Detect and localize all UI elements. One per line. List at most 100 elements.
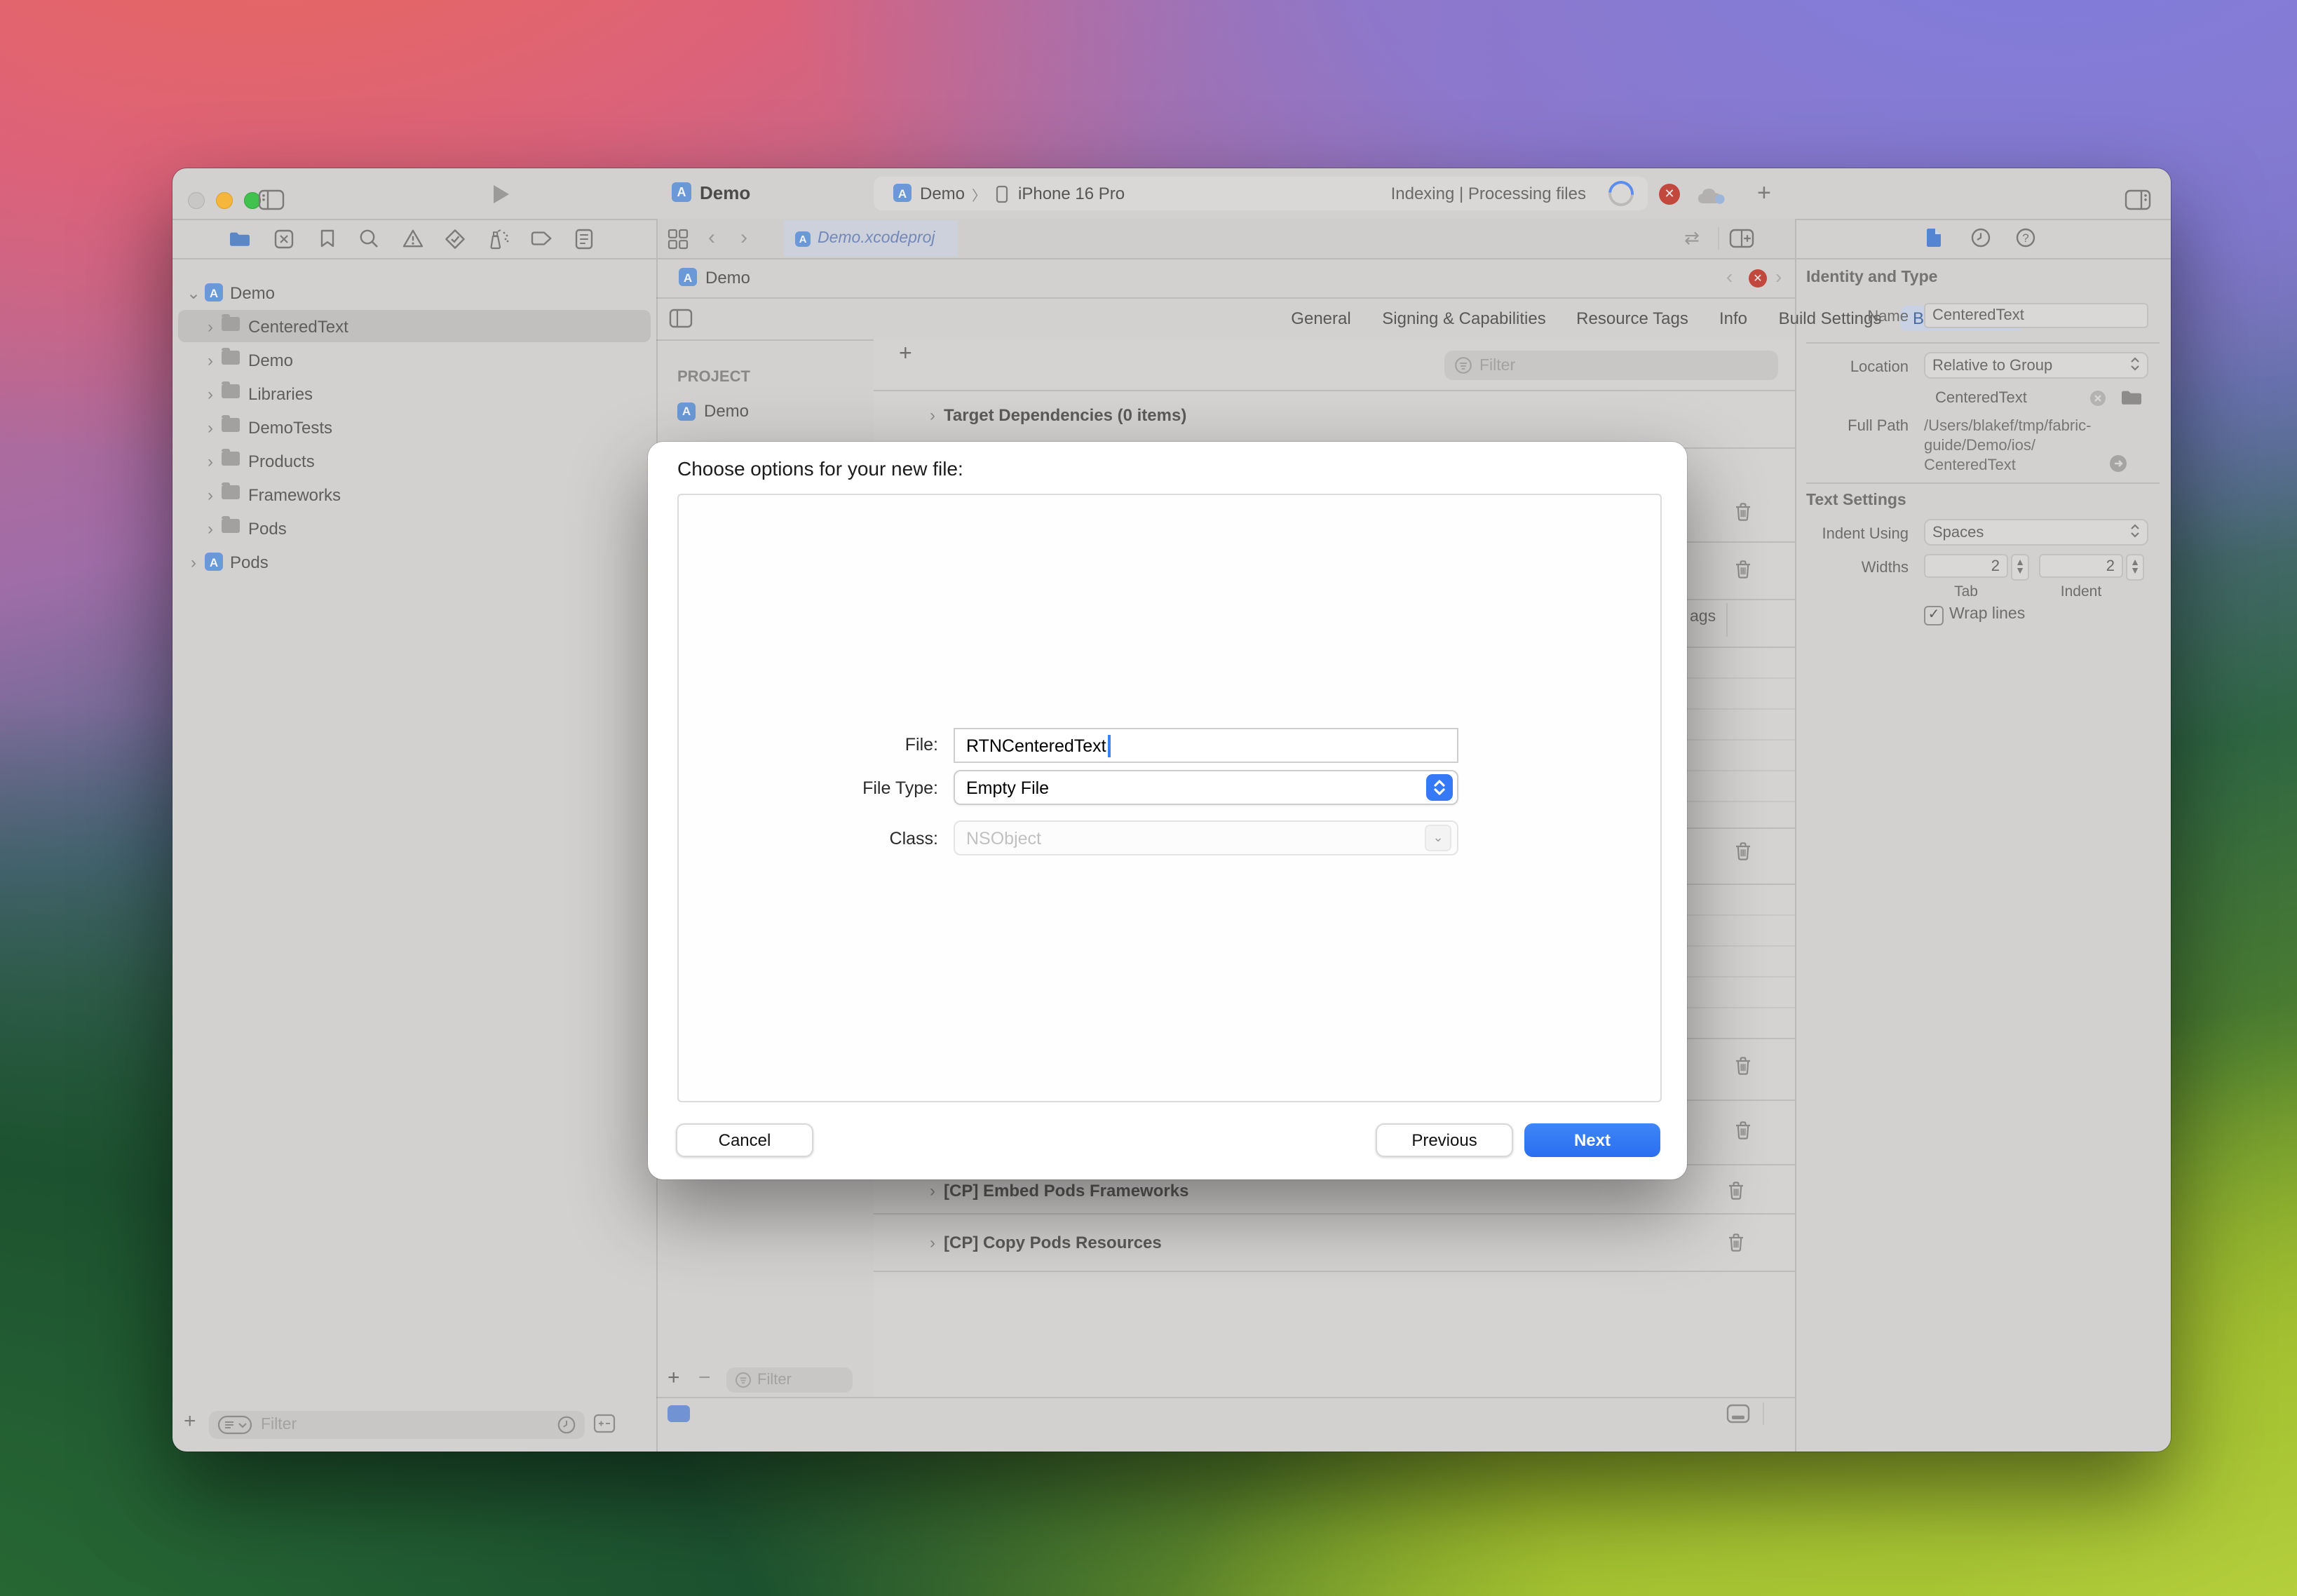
project-panel-item-demo[interactable]: Demo (677, 401, 749, 421)
disclosure-icon[interactable]: › (202, 518, 219, 538)
disclosure-icon[interactable]: › (202, 384, 219, 403)
library-add-icon[interactable]: + (1757, 180, 1771, 208)
add-target-icon[interactable]: + (668, 1366, 680, 1390)
tab-demo-xcodeproj[interactable]: Demo.xcodeproj (784, 220, 958, 257)
disclosure-icon[interactable]: › (202, 485, 219, 504)
delete-phase-icon[interactable] (1728, 1181, 1744, 1201)
scheme-destination[interactable]: iPhone 16 Pro (1018, 184, 1125, 203)
source-control-navigator-icon[interactable] (273, 229, 294, 250)
disclosure-icon[interactable]: › (202, 350, 219, 370)
location-label: Location (1795, 359, 1909, 376)
disclosure-icon[interactable]: › (185, 552, 202, 572)
remove-target-icon[interactable]: − (698, 1366, 711, 1390)
forward-icon[interactable]: › (740, 226, 747, 250)
previous-button[interactable]: Previous (1376, 1123, 1513, 1157)
issues-navigator-icon[interactable] (402, 229, 424, 248)
add-file-icon[interactable]: + (184, 1409, 196, 1433)
toggle-inspector-icon[interactable] (2125, 189, 2151, 210)
indent-width-stepper[interactable]: ▲▼ (2126, 554, 2144, 581)
tab-width-stepper[interactable]: ▲▼ (2011, 554, 2029, 581)
class-combo-disabled[interactable]: NSObject ⌄ (954, 820, 1458, 856)
scheme-project[interactable]: Demo (920, 184, 965, 203)
history-inspector-icon[interactable] (1970, 227, 1991, 248)
show-sidebar-editor-icon[interactable] (669, 309, 693, 328)
tab-overview-icon[interactable] (668, 229, 689, 250)
tree-item-pods-group[interactable]: › Pods (178, 512, 651, 544)
reports-navigator-icon[interactable] (575, 229, 593, 250)
cloud-icon[interactable] (1695, 185, 1728, 205)
tree-item-frameworks[interactable]: › Frameworks (178, 478, 651, 510)
recent-files-clock-icon[interactable] (557, 1415, 576, 1435)
debug-navigator-icon[interactable] (488, 229, 510, 250)
help-inspector-icon[interactable]: ? (2015, 227, 2036, 248)
tab-width-field[interactable]: 2 (1924, 554, 2008, 578)
name-field[interactable]: CenteredText (1924, 303, 2148, 328)
disclosure-icon[interactable]: › (202, 451, 219, 471)
tab-resource-tags[interactable]: Resource Tags (1576, 309, 1688, 328)
tree-item-centeredtext[interactable]: › CenteredText (178, 310, 651, 342)
combo-chevron-icon: ⌄ (1425, 825, 1451, 851)
bookmarks-navigator-icon[interactable] (320, 229, 335, 248)
delete-phase-icon[interactable] (1735, 1121, 1751, 1140)
jumpbar-title[interactable]: Demo (705, 268, 750, 288)
delete-phase-icon[interactable] (1735, 841, 1751, 861)
jumpbar-back-icon[interactable]: ‹ (1726, 265, 1733, 288)
tree-item-demotests[interactable]: › DemoTests (178, 411, 651, 443)
tree-item-pods-project[interactable]: › Pods (178, 546, 651, 578)
add-editor-icon[interactable] (1729, 229, 1754, 248)
traffic-minimize-button[interactable] (216, 192, 233, 209)
delete-phase-icon[interactable] (1735, 502, 1751, 522)
disclosure-icon[interactable]: › (930, 1181, 935, 1201)
build-phases-filter-field[interactable]: Filter (1444, 351, 1778, 380)
back-icon[interactable]: ‹ (708, 226, 715, 250)
indent-using-popup[interactable]: Spaces (1924, 519, 2148, 546)
phase-row-copy-pods-resources[interactable]: › [CP] Copy Pods Resources (874, 1226, 1795, 1259)
wrap-lines-checkbox[interactable]: ✓ (1924, 606, 1944, 625)
error-badge-icon[interactable]: ✕ (1659, 184, 1680, 205)
find-navigator-icon[interactable] (359, 229, 379, 248)
tab-general[interactable]: General (1291, 309, 1350, 328)
tab-signing-capabilities[interactable]: Signing & Capabilities (1382, 309, 1546, 328)
tab-info[interactable]: Info (1719, 309, 1747, 328)
location-popup[interactable]: Relative to Group (1924, 352, 2148, 379)
toggle-bottom-bar-icon[interactable] (1726, 1404, 1750, 1423)
toggle-navigator-icon[interactable] (258, 189, 285, 210)
swap-editor-icon[interactable]: ⇄ (1684, 227, 1700, 250)
delete-phase-icon[interactable] (1735, 1056, 1751, 1076)
tree-item-products[interactable]: › Products (178, 445, 651, 477)
project-navigator-icon[interactable] (229, 230, 251, 248)
targets-filter-field[interactable]: Filter (726, 1367, 853, 1393)
add-build-phase-icon[interactable]: + (899, 342, 912, 367)
phase-row-target-dependencies[interactable]: › Target Dependencies (0 items) (874, 398, 1795, 432)
disclosure-icon[interactable]: › (202, 316, 219, 336)
navigator-filter-field[interactable]: Filter (209, 1411, 585, 1439)
file-type-popup[interactable]: Empty File (954, 770, 1458, 805)
run-icon[interactable] (492, 184, 510, 205)
disclosure-icon[interactable]: › (930, 405, 935, 425)
cancel-button[interactable]: Cancel (676, 1123, 813, 1157)
tree-item-demo-project[interactable]: ⌄ Demo (178, 276, 651, 309)
tests-navigator-icon[interactable] (445, 229, 466, 250)
file-inspector-icon[interactable] (1925, 227, 1942, 248)
disclosure-icon[interactable]: › (930, 1233, 935, 1252)
tree-item-libraries[interactable]: › Libraries (178, 377, 651, 410)
jumpbar-error-badge-icon[interactable]: ✕ (1749, 269, 1767, 288)
breadcrumb-app-icon[interactable] (668, 1405, 690, 1422)
choose-folder-icon[interactable] (2120, 388, 2143, 407)
traffic-close-button[interactable] (188, 192, 205, 209)
open-path-arrow-icon[interactable] (2109, 454, 2127, 473)
next-button[interactable]: Next (1524, 1123, 1660, 1157)
file-name-input[interactable]: RTNCenteredText (954, 728, 1458, 763)
jumpbar-forward-icon[interactable]: › (1775, 265, 1782, 288)
delete-phase-icon[interactable] (1735, 560, 1751, 579)
source-control-status-icon[interactable] (593, 1414, 616, 1433)
clear-location-icon[interactable] (2089, 390, 2106, 407)
disclosure-icon[interactable]: ⌄ (185, 283, 202, 302)
delete-phase-icon[interactable] (1728, 1233, 1744, 1252)
indent-width-field[interactable]: 2 (2039, 554, 2123, 578)
tree-item-demo-group[interactable]: › Demo (178, 344, 651, 376)
breakpoints-navigator-icon[interactable] (530, 230, 553, 247)
disclosure-icon[interactable]: › (202, 417, 219, 437)
filter-mode-icon[interactable] (217, 1415, 252, 1435)
location-value: Relative to Group (1932, 357, 2052, 374)
